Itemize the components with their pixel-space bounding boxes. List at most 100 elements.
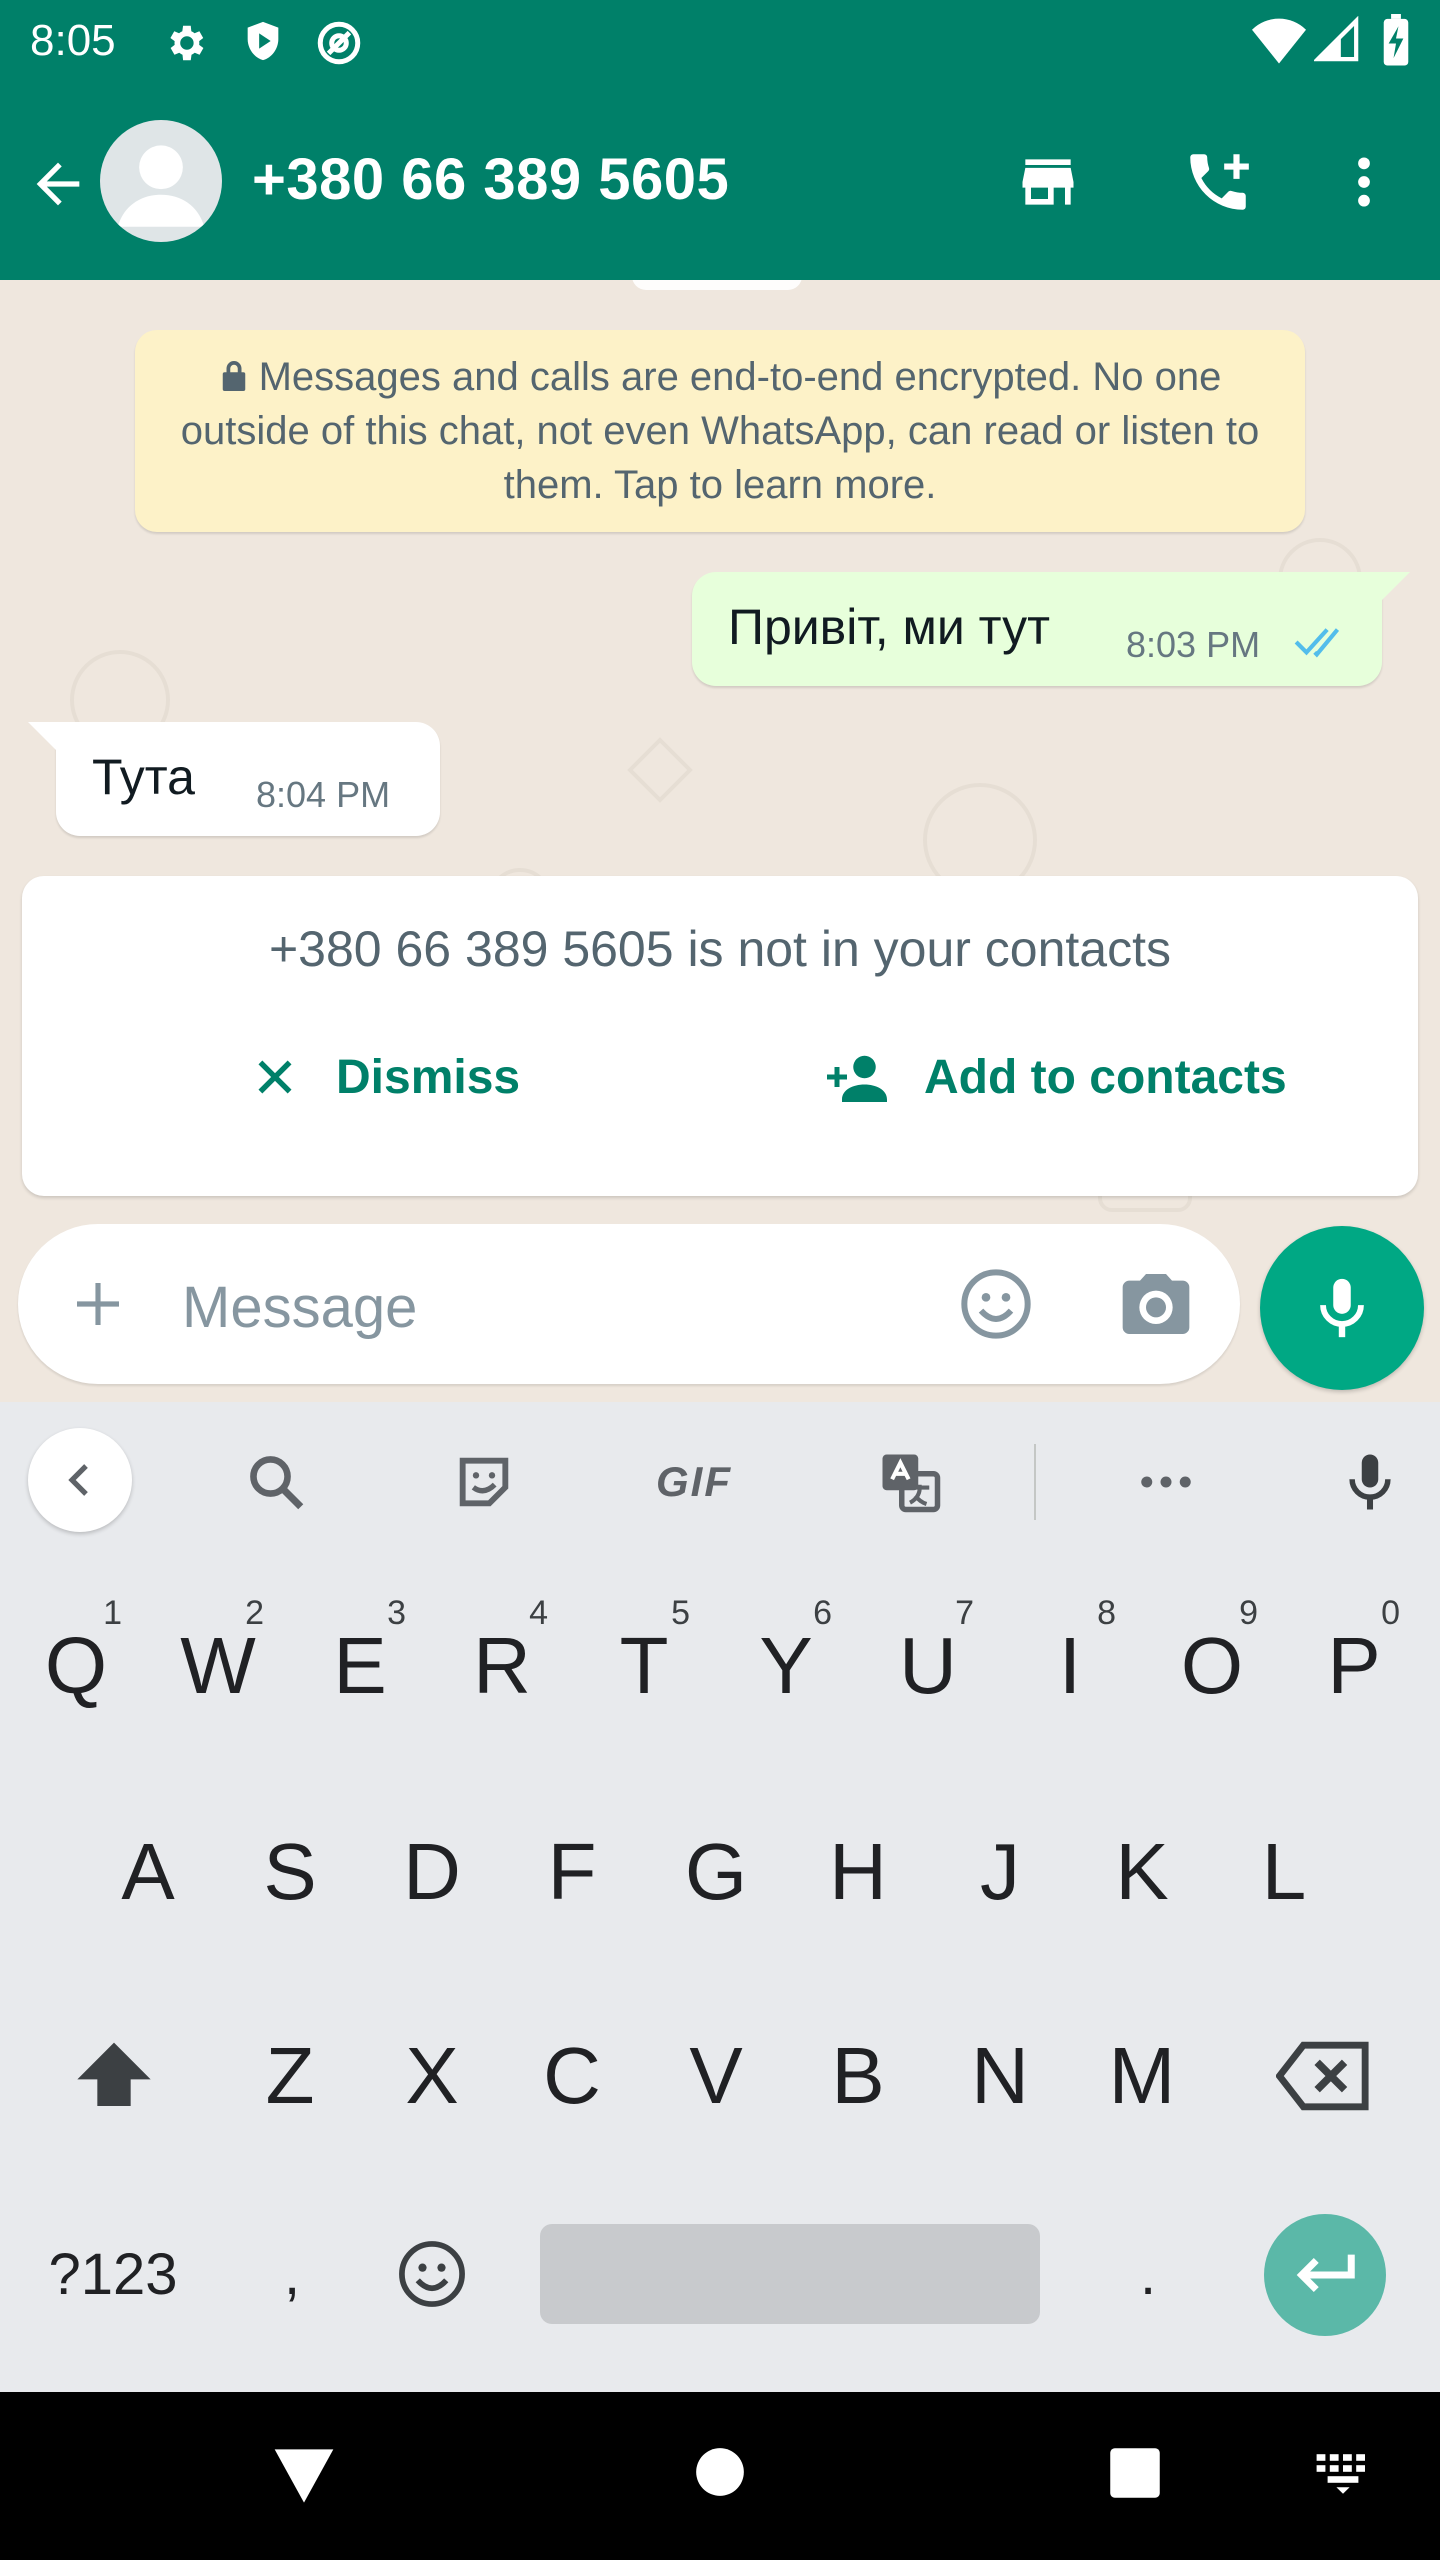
back-button[interactable] xyxy=(18,144,98,224)
keyboard-sticker-button[interactable] xyxy=(444,1442,524,1522)
incoming-message[interactable]: Тута 8:04 PM xyxy=(28,722,440,836)
store-icon xyxy=(1022,159,1074,205)
key-a[interactable]: A xyxy=(78,1782,218,1962)
add-to-contacts-label: Add to contacts xyxy=(924,1050,1287,1104)
comma-key[interactable]: , xyxy=(222,2184,362,2364)
add-to-contacts-button[interactable]: Add to contacts xyxy=(822,1032,1287,1122)
key-l[interactable]: L xyxy=(1214,1782,1354,1962)
keyboard-toolbar: GIF xyxy=(0,1402,1440,1554)
at-sign-icon xyxy=(317,21,361,65)
key-i[interactable]: I8 xyxy=(1000,1576,1140,1756)
close-icon xyxy=(258,1060,292,1094)
keyboard-back-button[interactable] xyxy=(28,1428,132,1532)
key-x[interactable]: X xyxy=(362,1986,502,2166)
chat-header: +380 66 389 5605 xyxy=(0,84,1440,280)
key-j[interactable]: J xyxy=(930,1782,1070,1962)
period-key[interactable]: . xyxy=(1078,2184,1218,2364)
recents-square-icon[interactable] xyxy=(1108,2446,1162,2500)
key-v[interactable]: V xyxy=(646,1986,786,2166)
key-label: H xyxy=(829,1827,887,1916)
key-g[interactable]: G xyxy=(646,1782,786,1962)
battery-charging-icon xyxy=(1383,14,1409,66)
keyboard-switch-icon[interactable] xyxy=(1314,2452,1372,2496)
key-label: X xyxy=(405,2031,459,2120)
key-n[interactable]: N xyxy=(930,1986,1070,2166)
translate-icon xyxy=(882,1454,941,1513)
read-receipt-icon xyxy=(1294,628,1340,658)
outgoing-message[interactable]: Привіт, ми тут 8:03 PM xyxy=(692,572,1410,686)
shield-icon xyxy=(247,21,279,61)
keyboard-voice-button[interactable] xyxy=(1330,1442,1410,1522)
emoji-icon[interactable] xyxy=(956,1264,1036,1344)
key-hint: 1 xyxy=(103,1594,122,1632)
key-b[interactable]: B xyxy=(788,1986,928,2166)
space-key[interactable] xyxy=(540,2224,1040,2324)
key-d[interactable]: D xyxy=(362,1782,502,1962)
contact-title[interactable]: +380 66 389 5605 xyxy=(252,146,729,213)
voice-input-icon xyxy=(1349,1454,1391,1510)
settings-icon xyxy=(170,25,204,61)
key-t[interactable]: T5 xyxy=(574,1576,714,1756)
keyboard-search-button[interactable] xyxy=(236,1442,316,1522)
key-z[interactable]: Z xyxy=(220,1986,360,2166)
key-r[interactable]: R4 xyxy=(432,1576,572,1756)
wifi-icon xyxy=(1252,18,1306,64)
key-label: U xyxy=(899,1621,957,1710)
key-q[interactable]: Q1 xyxy=(6,1576,146,1756)
key-o[interactable]: O9 xyxy=(1142,1576,1282,1756)
key-k[interactable]: K xyxy=(1072,1782,1212,1962)
key-label: Y xyxy=(759,1621,813,1710)
keyboard-more-button[interactable] xyxy=(1126,1442,1206,1522)
message-composer: Message xyxy=(18,1224,1240,1384)
more-options-button[interactable] xyxy=(1322,140,1406,224)
keyboard-gif-button[interactable]: GIF xyxy=(648,1442,740,1522)
backspace-key[interactable] xyxy=(1254,1986,1394,2166)
dismiss-button[interactable]: Dismiss xyxy=(250,1032,520,1122)
attach-plus-icon[interactable] xyxy=(70,1276,126,1332)
camera-icon[interactable] xyxy=(1116,1264,1196,1344)
shift-key[interactable] xyxy=(44,1986,184,2166)
emoji-icon xyxy=(399,2241,465,2307)
key-u[interactable]: U7 xyxy=(858,1576,998,1756)
key-label: Q xyxy=(44,1621,108,1710)
key-c[interactable]: C xyxy=(502,1986,642,2166)
key-label: N xyxy=(971,2031,1029,2120)
more-vert-icon xyxy=(1358,157,1370,207)
encryption-notice-text: Messages and calls are end-to-end encryp… xyxy=(180,355,1260,507)
back-triangle-icon[interactable] xyxy=(272,2446,336,2506)
key-label: S xyxy=(263,1827,317,1916)
navigation-bar xyxy=(0,2392,1440,2560)
key-w[interactable]: W2 xyxy=(148,1576,288,1756)
key-label: G xyxy=(684,1827,748,1916)
chat-area[interactable]: Messages and calls are end-to-end encryp… xyxy=(0,280,1440,1402)
key-label: B xyxy=(831,2031,885,2120)
key-label: . xyxy=(1139,2241,1157,2307)
key-f[interactable]: F xyxy=(502,1782,642,1962)
key-label: , xyxy=(283,2241,301,2307)
gif-icon: GIF xyxy=(656,1458,732,1505)
symbols-key[interactable]: ?123 xyxy=(38,2184,188,2364)
key-m[interactable]: M xyxy=(1072,1986,1212,2166)
key-hint: 3 xyxy=(387,1594,406,1632)
sticker-icon xyxy=(459,1457,509,1507)
key-y[interactable]: Y6 xyxy=(716,1576,856,1756)
avatar[interactable] xyxy=(100,120,222,242)
key-h[interactable]: H xyxy=(788,1782,928,1962)
encryption-notice[interactable]: Messages and calls are end-to-end encryp… xyxy=(135,330,1305,532)
message-input[interactable]: Message xyxy=(182,1274,417,1341)
search-icon xyxy=(250,1456,304,1510)
keyboard-translate-button[interactable] xyxy=(870,1442,950,1522)
key-label: R xyxy=(473,1621,531,1710)
enter-key[interactable] xyxy=(1264,2214,1386,2336)
emoji-key[interactable] xyxy=(362,2184,502,2364)
message-time: 8:03 PM xyxy=(1126,624,1261,665)
key-s[interactable]: S xyxy=(220,1782,360,1962)
voice-message-button[interactable] xyxy=(1260,1226,1424,1390)
catalog-button[interactable] xyxy=(1008,142,1088,222)
home-circle-icon[interactable] xyxy=(694,2446,746,2498)
call-button[interactable] xyxy=(1176,140,1260,224)
soft-keyboard: GIF Q1 W2 E3 R4 T5 Y6 U7 I8 O9 P0 A S D … xyxy=(0,1402,1440,2392)
key-e[interactable]: E3 xyxy=(290,1576,430,1756)
unknown-contact-card: +380 66 389 5605 is not in your contacts… xyxy=(22,876,1418,1196)
key-p[interactable]: P0 xyxy=(1284,1576,1424,1756)
